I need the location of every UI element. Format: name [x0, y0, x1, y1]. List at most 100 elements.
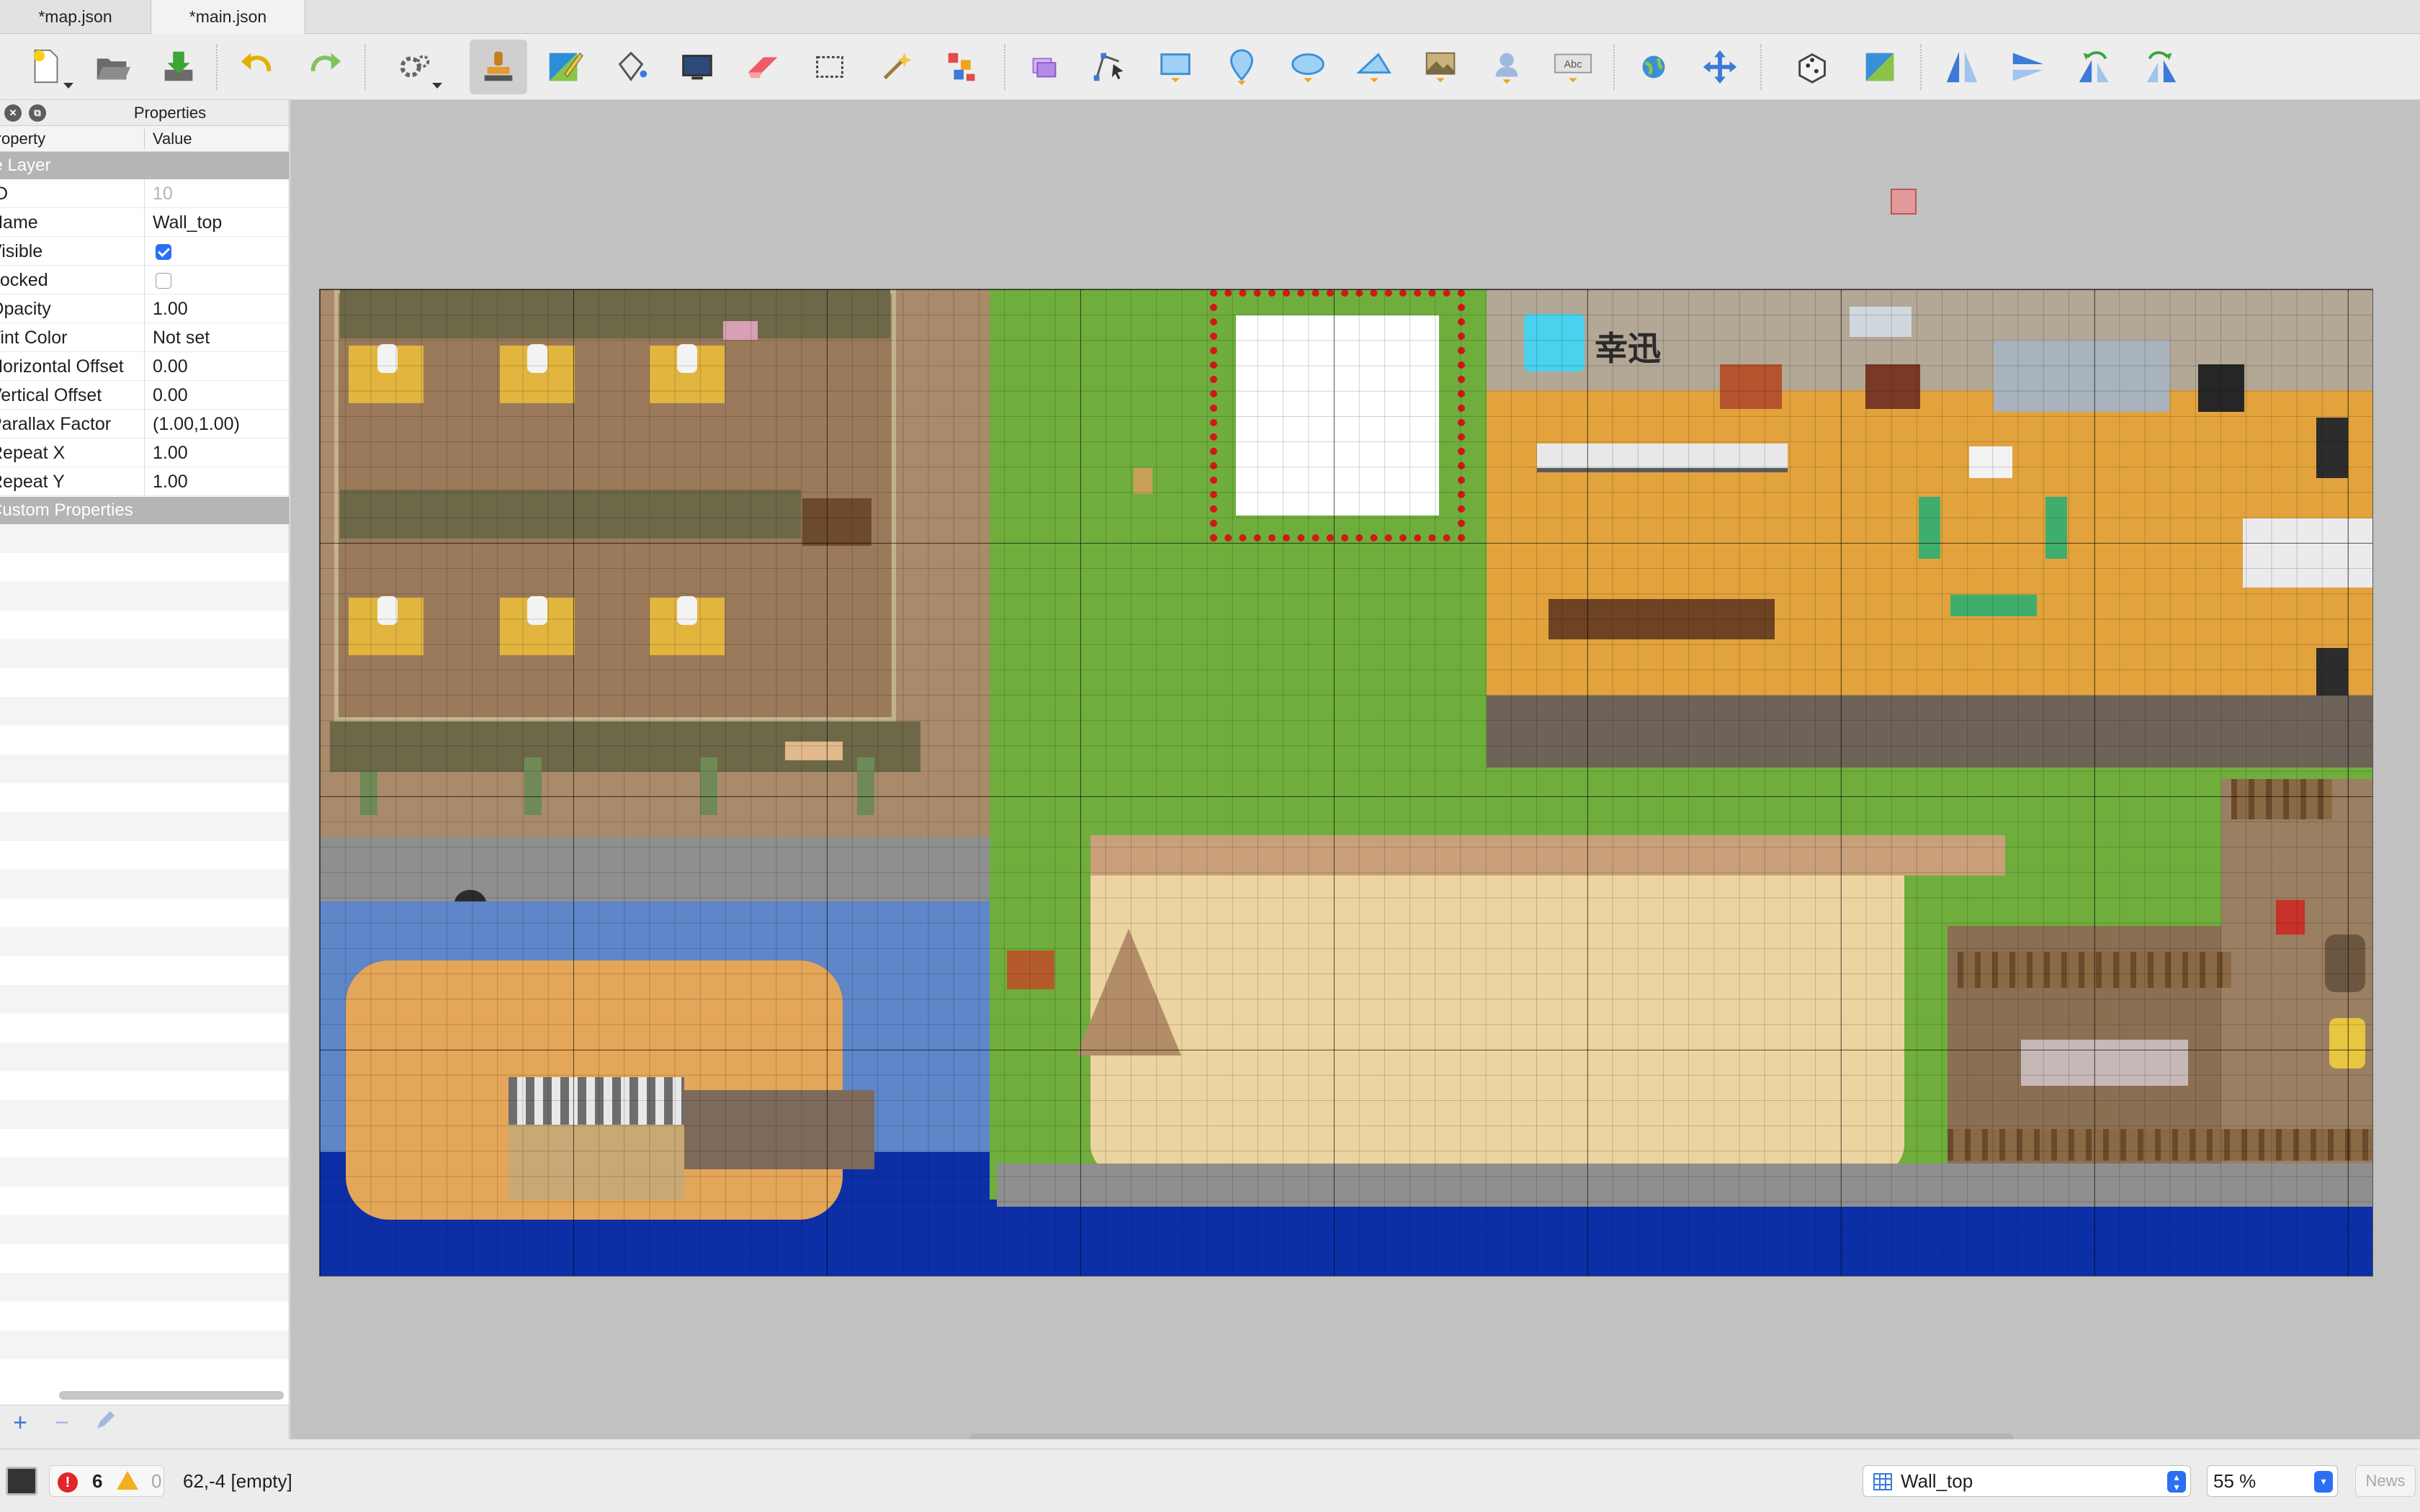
commands-button[interactable]: [386, 40, 444, 94]
property-row-id[interactable]: ID10: [0, 179, 289, 208]
tile-map[interactable]: 幸迅: [319, 289, 2373, 1277]
current-layer-select[interactable]: Wall_top ▴ ▾: [1863, 1465, 2191, 1497]
save-button[interactable]: [150, 40, 207, 94]
property-row-tint-color[interactable]: Tint ColorNot set: [0, 323, 289, 352]
insert-point-button[interactable]: [1213, 40, 1270, 94]
save-icon: [164, 51, 193, 81]
rotate-left-button[interactable]: [2066, 40, 2123, 94]
property-row-visible[interactable]: Visible: [0, 237, 289, 266]
toolbar-separator: [1004, 44, 1005, 90]
toolbar-separator: [1760, 44, 1762, 90]
terrain-brush-button[interactable]: [536, 40, 593, 94]
property-row-name[interactable]: NameWall_top: [0, 208, 289, 237]
empty-row: [0, 1129, 289, 1158]
column-header-value[interactable]: Value: [153, 126, 289, 152]
property-value[interactable]: (1.00,1.00): [153, 410, 289, 438]
console-icon[interactable]: [6, 1467, 37, 1495]
flip-vertical-button[interactable]: [1999, 40, 2057, 94]
property-row-opacity[interactable]: Opacity1.00: [0, 294, 289, 323]
canvas-horizontal-scrollbar[interactable]: [969, 1434, 2014, 1439]
tile-cursor-highlight: [1891, 189, 1917, 215]
svg-text:Abc: Abc: [1564, 59, 1582, 71]
toilet: [527, 596, 547, 625]
empty-row: [0, 611, 289, 639]
property-value[interactable]: Not set: [153, 323, 289, 352]
property-value[interactable]: 1.00: [153, 294, 289, 323]
insert-template-button[interactable]: [1478, 40, 1536, 94]
world-tool-icon: [1642, 55, 1665, 78]
shape-fill-icon: [682, 55, 712, 80]
edit-polygons-button[interactable]: [1080, 40, 1138, 94]
rocky-shoreline-bottom: [997, 1164, 2372, 1207]
zoom-select[interactable]: 55 % ▾: [2207, 1465, 2338, 1497]
current-layer-label: Wall_top: [1901, 1470, 1973, 1492]
magic-wand-button[interactable]: [867, 40, 925, 94]
move-button[interactable]: [1691, 40, 1749, 94]
empty-row: [0, 1273, 289, 1302]
property-value[interactable]: 0.00: [153, 352, 289, 381]
rotate-right-button[interactable]: [2132, 40, 2190, 94]
eraser-button[interactable]: [735, 40, 792, 94]
insert-tile-button[interactable]: [1412, 40, 1469, 94]
insert-tile-icon: [1425, 52, 1456, 83]
green-sofa: [1919, 497, 1940, 559]
rectangle-select-button[interactable]: [801, 40, 859, 94]
properties-horizontal-scrollbar[interactable]: [59, 1391, 284, 1400]
bucket-fill-button[interactable]: [602, 40, 660, 94]
property-value[interactable]: 1.00: [153, 467, 289, 496]
wang-fill-button[interactable]: [1851, 40, 1909, 94]
remove-property-icon[interactable]: −: [48, 1410, 76, 1436]
visible-checkbox[interactable]: [156, 244, 171, 260]
green-bench: [1950, 595, 2037, 616]
news-button[interactable]: News: [2355, 1465, 2416, 1497]
commands-icon: [400, 55, 430, 78]
ranch-bench: [2021, 1040, 2188, 1086]
empty-row: [0, 697, 289, 726]
property-value[interactable]: 1.00: [153, 438, 289, 467]
group-header-custom-properties[interactable]: Custom Properties: [0, 497, 289, 524]
column-header-property[interactable]: Property: [0, 126, 144, 152]
locked-checkbox[interactable]: [156, 273, 171, 289]
shape-fill-button[interactable]: [668, 40, 726, 94]
property-row-locked[interactable]: Locked: [0, 266, 289, 294]
map-canvas[interactable]: 幸迅: [290, 100, 2420, 1439]
open-button[interactable]: [84, 40, 141, 94]
new-map-icon: [33, 49, 58, 84]
redo-button[interactable]: [295, 40, 353, 94]
world-tool-button[interactable]: [1625, 40, 1682, 94]
warning-icon: [117, 1471, 138, 1490]
empty-row: [0, 1071, 289, 1100]
property-value[interactable]: 0.00: [153, 381, 289, 410]
new-map-button[interactable]: [17, 40, 75, 94]
property-row-horizontal-offset[interactable]: Horizontal Offset 0.00: [0, 352, 289, 381]
select-same-tile-button[interactable]: [933, 40, 991, 94]
tab-main-json[interactable]: *main.json: [151, 0, 305, 34]
properties-bottom-bar: + −: [0, 1405, 289, 1439]
toilet: [677, 596, 697, 625]
insert-rectangle-button[interactable]: [1147, 40, 1204, 94]
property-row-vertical-offset[interactable]: Vertical Offset 0.00: [0, 381, 289, 410]
stamp-brush-button[interactable]: [470, 40, 527, 94]
insert-text-button[interactable]: Abc: [1544, 40, 1602, 94]
stamp-brush-icon: [484, 51, 513, 81]
insert-ellipse-button[interactable]: [1279, 40, 1337, 94]
random-mode-button[interactable]: [1785, 40, 1842, 94]
property-value[interactable]: Wall_top: [153, 208, 289, 237]
add-property-icon[interactable]: +: [6, 1410, 35, 1436]
insert-polygon-button[interactable]: [1345, 40, 1403, 94]
empty-row: [0, 1014, 289, 1043]
mascot-logo: [1524, 314, 1585, 372]
toilet: [527, 344, 547, 373]
group-header-layer[interactable]: Tile Layer: [0, 152, 289, 179]
undo-button[interactable]: [229, 40, 287, 94]
insert-template-icon: [1495, 53, 1518, 84]
select-objects-button[interactable]: [1014, 40, 1072, 94]
property-row-repeat-y[interactable]: Repeat Y1.00: [0, 467, 289, 496]
property-row-repeat-x[interactable]: Repeat X1.00: [0, 438, 289, 467]
flip-horizontal-button[interactable]: [1933, 40, 1991, 94]
toolbar-separator: [364, 44, 366, 90]
rename-property-icon[interactable]: [91, 1410, 120, 1436]
property-row-parallax-factor[interactable]: Parallax Factor (1.00,1.00): [0, 410, 289, 438]
tab-map-json[interactable]: *map.json: [0, 0, 151, 34]
empty-row: [0, 927, 289, 956]
